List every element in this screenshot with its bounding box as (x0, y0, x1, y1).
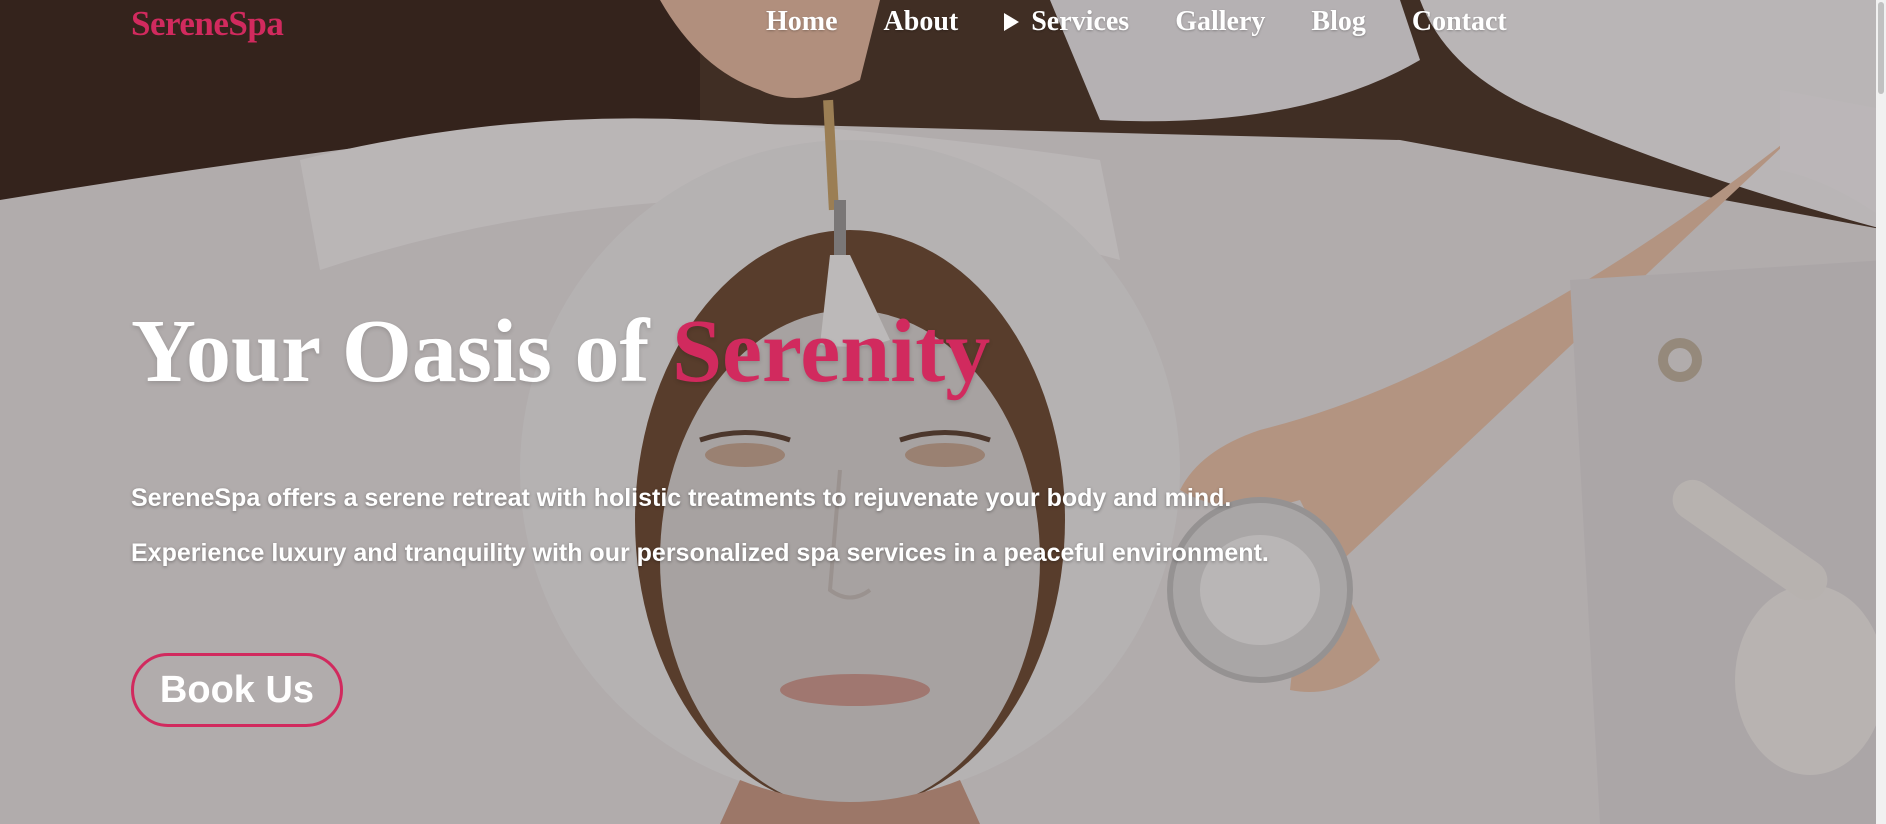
hero-description-line-1: SereneSpa offers a serene retreat with h… (131, 484, 1232, 512)
nav-label-blog: Blog (1311, 6, 1366, 37)
nav-link-gallery[interactable]: Gallery (1175, 6, 1265, 38)
main-nav: Home About Services Gallery Blog Contact (766, 6, 1507, 38)
book-us-button[interactable]: Book Us (131, 653, 343, 727)
nav-label-gallery: Gallery (1175, 6, 1266, 37)
site-header: SereneSpa Home About Services Gallery Bl… (0, 0, 1886, 50)
brand-logo[interactable]: SereneSpa (131, 4, 284, 44)
hero-title-accent: Serenity (671, 302, 991, 401)
nav-label-contact: Contact (1411, 6, 1507, 37)
nav-link-home[interactable]: Home (766, 6, 838, 38)
nav-label-services: Services (1031, 6, 1130, 37)
caret-right-icon (1004, 13, 1020, 31)
nav-label-home: Home (766, 6, 838, 37)
page-scrollbar[interactable] (1876, 0, 1886, 824)
nav-label-about: About (883, 6, 959, 37)
nav-link-about[interactable]: About (884, 6, 959, 38)
hero-description-line-2: Experience luxury and tranquility with o… (131, 539, 1269, 567)
nav-link-contact[interactable]: Contact (1412, 6, 1507, 38)
hero-title: Your Oasis of Serenity (131, 300, 990, 404)
hero-title-main: Your Oasis of (131, 302, 672, 401)
scrollbar-thumb[interactable] (1878, 2, 1884, 94)
nav-link-services[interactable]: Services (1004, 6, 1129, 38)
nav-link-blog[interactable]: Blog (1311, 6, 1365, 38)
